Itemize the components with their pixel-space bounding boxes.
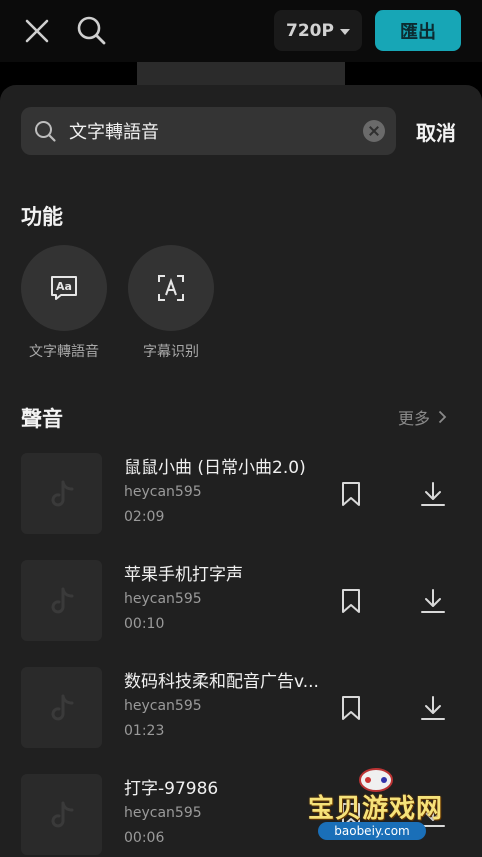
watermark-logo: 宝贝游戏网 baobeiy.com <box>304 760 454 852</box>
sound-duration: 00:10 <box>124 616 165 632</box>
more-sounds-link[interactable]: 更多 <box>398 405 447 429</box>
functions-heading: 功能 <box>21 205 63 229</box>
search-input[interactable] <box>69 107 349 155</box>
resolution-dropdown[interactable]: 720P <box>274 10 362 51</box>
search-icon[interactable] <box>74 13 108 49</box>
sound-list-item[interactable]: 鼠鼠小曲 (日常小曲2.0) heycan595 02:09 <box>21 453 461 535</box>
text-to-speech-icon: Aa <box>21 245 107 331</box>
search-bar <box>21 107 396 155</box>
sound-list-item[interactable]: 苹果手机打字声 heycan595 00:10 <box>21 560 461 642</box>
cancel-button[interactable]: 取消 <box>416 117 456 146</box>
chevron-right-icon <box>438 410 447 424</box>
sound-title: 鼠鼠小曲 (日常小曲2.0) <box>124 458 306 478</box>
sound-author: heycan595 <box>124 805 202 821</box>
sound-title: 数码科技柔和配音广告v... <box>124 672 319 692</box>
resolution-label: 720P <box>286 20 334 41</box>
sound-duration: 01:23 <box>124 723 165 739</box>
top-toolbar: 720P 匯出 <box>0 0 482 62</box>
watermark-url: baobeiy.com <box>318 822 426 840</box>
sound-title: 苹果手机打字声 <box>124 565 243 585</box>
sound-author: heycan595 <box>124 591 202 607</box>
download-icon[interactable] <box>419 480 447 508</box>
sound-duration: 00:06 <box>124 830 165 846</box>
music-note-icon <box>21 560 102 641</box>
sounds-heading: 聲音 <box>21 407 63 431</box>
music-note-icon <box>21 774 102 855</box>
close-icon[interactable] <box>20 14 54 48</box>
clear-input-icon[interactable] <box>363 120 385 142</box>
music-note-icon <box>21 667 102 748</box>
sound-list-item[interactable]: 数码科技柔和配音广告v... heycan595 01:23 <box>21 667 461 749</box>
sound-author: heycan595 <box>124 698 202 714</box>
bookmark-icon[interactable] <box>339 588 363 614</box>
download-icon[interactable] <box>419 587 447 615</box>
chevron-down-icon <box>339 28 350 35</box>
bookmark-icon[interactable] <box>339 695 363 721</box>
download-icon[interactable] <box>419 694 447 722</box>
search-icon <box>35 121 56 142</box>
sound-title: 打字-97986 <box>124 779 219 799</box>
svg-text:Aa: Aa <box>56 280 72 293</box>
sound-duration: 02:09 <box>124 509 165 525</box>
music-note-icon <box>21 453 102 534</box>
export-button[interactable]: 匯出 <box>375 10 461 51</box>
search-sheet: 取消 功能 Aa 文字轉語音 字幕识别 聲音 更多 鼠鼠小曲 (日常小曲2.0)… <box>0 85 482 857</box>
watermark-text: 宝贝游戏网 <box>308 794 444 824</box>
function-label: 字幕识别 <box>143 344 199 360</box>
bookmark-icon[interactable] <box>339 481 363 507</box>
function-text-to-speech[interactable]: Aa 文字轉語音 <box>9 245 119 361</box>
function-label: 文字轉語音 <box>29 344 99 360</box>
more-label: 更多 <box>398 409 431 428</box>
video-preview <box>137 62 345 86</box>
sound-author: heycan595 <box>124 484 202 500</box>
function-subtitle-recognition[interactable]: 字幕识别 <box>116 245 226 361</box>
subtitle-recognition-icon <box>128 245 214 331</box>
